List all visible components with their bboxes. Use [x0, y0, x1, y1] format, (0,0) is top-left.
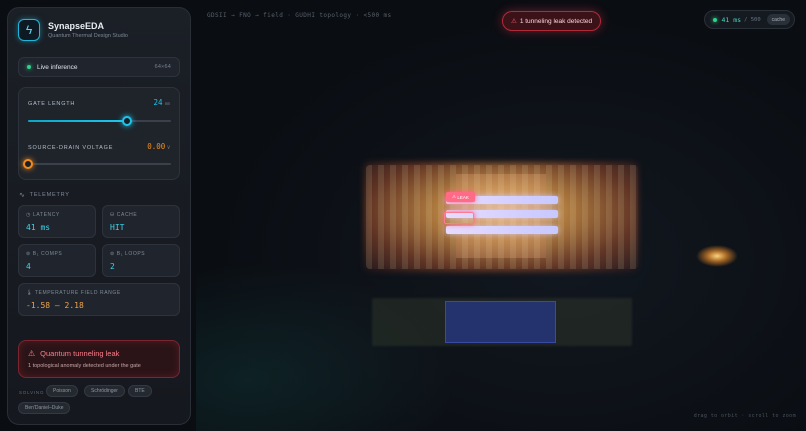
channel-region — [445, 301, 556, 343]
database-icon: ⛁ — [110, 212, 115, 218]
comps-card: ⊚ β₁ COMPS 4 — [18, 244, 96, 277]
leak-banner[interactable]: ⚠ 1 tunneling leak detected — [502, 11, 602, 31]
tunneling-alert[interactable]: ⚠ Quantum tunneling leak 1 topological a… — [18, 340, 180, 378]
activity-icon: ∿ — [19, 192, 26, 199]
gate-length-value: 24 nm — [153, 98, 170, 107]
lightning-icon: ϟ — [18, 19, 40, 41]
solver-chip-poisson[interactable]: Poisson — [46, 385, 78, 397]
loops-label: ⊚ β₁ LOOPS — [110, 251, 146, 257]
solver-chip-bendaniel-duke[interactable]: Ben'Daniel–Duke — [18, 402, 71, 414]
solver-chip-bte[interactable]: BTE — [128, 385, 152, 397]
perf-budget: / 500 — [744, 16, 761, 23]
comps-label: ⊚ β₁ COMPS — [26, 251, 63, 257]
brand: ϟ SynapseEDA Quantum Thermal Design Stud… — [18, 19, 128, 41]
brand-subtitle: Quantum Thermal Design Studio — [48, 33, 128, 39]
comps-value: 4 — [26, 262, 31, 271]
latency-icon: ◷ — [26, 212, 31, 218]
cache-value: HIT — [110, 223, 125, 232]
leak-marker-label[interactable]: ⚠ LEAK — [446, 192, 475, 202]
loop-icon: ⊚ — [110, 251, 115, 257]
brand-name: SynapseEDA — [48, 21, 105, 31]
gate-length-fill — [28, 120, 127, 122]
controls-card: GATE LENGTH 24 nm SOURCE-DRAIN VOLTAGE 0.… — [18, 87, 180, 180]
solver-chip-schrodinger[interactable]: Schrödinger — [84, 385, 125, 397]
voltage-label: SOURCE-DRAIN VOLTAGE — [28, 145, 114, 151]
latency-card: ◷ LATENCY 41 ms — [18, 205, 96, 238]
latency-label: ◷ LATENCY — [26, 212, 60, 218]
latency-value: 41 ms — [26, 223, 51, 232]
sidebar-panel: ϟ SynapseEDA Quantum Thermal Design Stud… — [7, 7, 191, 425]
loops-value: 2 — [110, 262, 115, 271]
temperature-range-label: 🌡︎ TEMPERATURE FIELD RANGE — [26, 290, 121, 296]
temperature-range-value: -1.58 – 2.18 — [26, 301, 84, 310]
cache-badge: cache — [766, 14, 790, 25]
leak-banner-text: 1 tunneling leak detected — [519, 17, 593, 25]
gate-length-label: GATE LENGTH — [28, 101, 76, 107]
cache-label: ⛁ CACHE — [110, 212, 138, 218]
voltage-thumb[interactable] — [23, 159, 33, 169]
perf-latency: 41 ms — [721, 15, 742, 24]
gate-length-thumb[interactable] — [121, 116, 132, 126]
alert-title: Quantum tunneling leak — [40, 349, 120, 358]
pipeline-subtitle: GDSII → FNO → field · GUDHI topology · <… — [207, 12, 392, 19]
voltage-value: 0.00 V — [147, 142, 170, 151]
voltage-slider[interactable] — [23, 159, 171, 169]
solving-label: SOLVING — [19, 390, 45, 395]
gate-length-slider[interactable] — [28, 116, 171, 126]
warning-icon: ⚠ — [511, 18, 517, 25]
thermometer-icon: 🌡︎ — [26, 290, 33, 296]
warning-icon: ⚠ — [28, 349, 36, 358]
navigation-hint: drag to orbit · scroll to zoom — [693, 413, 796, 419]
status-label: Live inference — [37, 63, 78, 71]
components-icon: ⊚ — [26, 251, 31, 257]
status-dot-icon — [712, 17, 717, 22]
gate-layer-3 — [446, 226, 558, 234]
alert-message: 1 topological anomaly detected under the… — [28, 363, 141, 369]
warning-icon: ⚠ — [452, 194, 457, 199]
status-dot-icon — [27, 65, 31, 69]
light-hotspot — [696, 245, 738, 267]
performance-pill: 41 ms / 500 cache — [703, 10, 795, 29]
3d-viewport[interactable]: GDSII → FNO → field · GUDHI topology · <… — [196, 0, 806, 431]
resolution-label: 64×64 — [154, 64, 171, 70]
telemetry-header: ∿ TELEMETRY — [19, 191, 70, 199]
leak-marker-box[interactable] — [444, 212, 474, 224]
telemetry-title: TELEMETRY — [29, 192, 70, 198]
temperature-range-card: 🌡︎ TEMPERATURE FIELD RANGE -1.58 – 2.18 — [18, 283, 180, 316]
loops-card: ⊚ β₁ LOOPS 2 — [102, 244, 180, 277]
live-inference-status[interactable]: Live inference 64×64 — [18, 57, 180, 77]
cache-card: ⛁ CACHE HIT — [102, 205, 180, 238]
